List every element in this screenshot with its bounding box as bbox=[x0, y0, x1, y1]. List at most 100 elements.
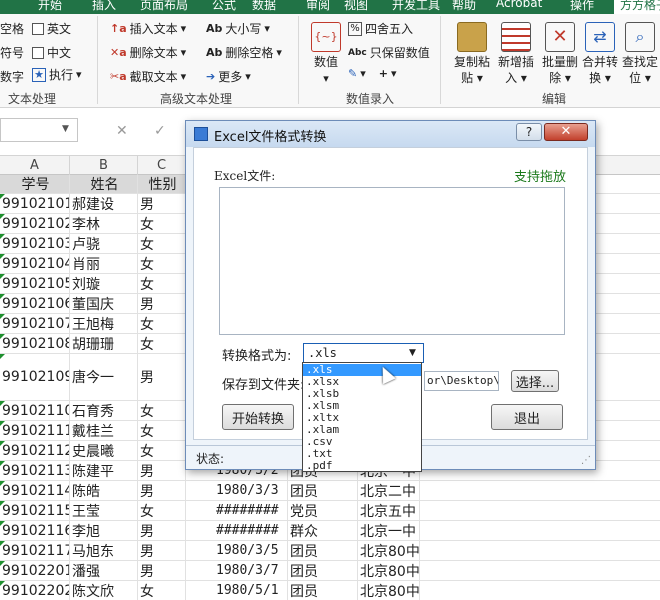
chevron-down-icon[interactable]: ▼ bbox=[62, 124, 69, 134]
round-button[interactable]: % 四舍五入 bbox=[348, 20, 413, 37]
table-cell[interactable]: 99102107 bbox=[0, 314, 70, 333]
table-cell[interactable]: 女 bbox=[138, 274, 186, 293]
table-cell[interactable]: 胡珊珊 bbox=[70, 334, 138, 353]
table-cell[interactable]: 董国庆 bbox=[70, 294, 138, 313]
batch-delete-button[interactable]: ✕ 批量删 除 ▾ bbox=[538, 22, 582, 86]
table-cell[interactable]: 团员 bbox=[288, 481, 358, 500]
ribbon-tab[interactable]: Acrobat bbox=[496, 0, 542, 10]
extract-text-button[interactable]: ✂a 截取文本 ▾ bbox=[110, 68, 186, 85]
more-button[interactable]: ➔ 更多 ▾ bbox=[206, 68, 251, 85]
table-cell[interactable]: 男 bbox=[138, 194, 186, 213]
table-cell[interactable]: ######## bbox=[214, 501, 288, 520]
cancel-icon[interactable]: ✕ bbox=[116, 123, 128, 139]
table-cell[interactable]: 团员 bbox=[288, 581, 358, 600]
column-header[interactable]: C bbox=[138, 156, 186, 175]
table-cell[interactable]: 1980/3/7 bbox=[214, 561, 288, 580]
help-button[interactable]: ? bbox=[516, 123, 542, 141]
column-header[interactable]: A bbox=[0, 156, 70, 175]
table-cell[interactable]: 北京五中 bbox=[358, 501, 420, 520]
table-cell[interactable]: 女 bbox=[138, 314, 186, 333]
ribbon-tab[interactable]: 操作 bbox=[570, 0, 594, 13]
table-cell[interactable]: 99102110 bbox=[0, 401, 70, 420]
change-case-button[interactable]: Ab 大小写 ▾ bbox=[206, 20, 270, 37]
table-cell[interactable]: 99102109 bbox=[0, 354, 70, 400]
ribbon-tab[interactable]: 公式 bbox=[212, 0, 236, 13]
table-cell[interactable]: 郝建设 bbox=[70, 194, 138, 213]
table-cell[interactable]: 99102114 bbox=[0, 481, 70, 500]
table-cell[interactable]: 男 bbox=[138, 481, 186, 500]
ribbon-item-space[interactable]: 空格 bbox=[0, 20, 24, 37]
table-cell[interactable]: 99102117 bbox=[0, 541, 70, 560]
table-cell[interactable]: 99102115 bbox=[0, 501, 70, 520]
numeric-button[interactable]: {~} 数值 ▾ bbox=[308, 22, 344, 86]
check-icon[interactable]: ✓ bbox=[154, 123, 166, 139]
table-cell[interactable]: 北京80中 bbox=[358, 541, 420, 560]
ribbon-tab[interactable]: 审阅 bbox=[306, 0, 330, 13]
table-cell[interactable]: 刘璇 bbox=[70, 274, 138, 293]
table-cell[interactable]: 群众 bbox=[288, 521, 358, 540]
add-insert-button[interactable]: 新增插 入 ▾ bbox=[494, 22, 538, 86]
table-cell[interactable]: 99102101 bbox=[0, 194, 70, 213]
table-cell[interactable]: 女 bbox=[138, 334, 186, 353]
table-cell[interactable]: 北京80中 bbox=[358, 581, 420, 600]
ribbon-item-symbol[interactable]: 符号 bbox=[0, 44, 24, 61]
table-cell[interactable]: 男 bbox=[138, 521, 186, 540]
format-select[interactable]: .xls bbox=[303, 343, 424, 363]
ribbon-tab[interactable]: 开发工具 bbox=[392, 0, 440, 13]
table-cell[interactable]: 戴桂兰 bbox=[70, 421, 138, 440]
delete-text-button[interactable]: ✕a 删除文本 ▾ bbox=[110, 44, 186, 61]
table-cell[interactable]: 99102116 bbox=[0, 521, 70, 540]
table-cell[interactable]: 男 bbox=[138, 561, 186, 580]
table-cell[interactable]: 陈建平 bbox=[70, 461, 138, 480]
checkbox-chinese[interactable]: 中文 bbox=[32, 44, 71, 61]
table-cell[interactable]: 女 bbox=[138, 214, 186, 233]
table-cell[interactable]: 卢骁 bbox=[70, 234, 138, 253]
format-option[interactable]: .pdf bbox=[303, 460, 421, 472]
table-cell[interactable]: 男 bbox=[138, 461, 186, 480]
table-cell[interactable]: 99102103 bbox=[0, 234, 70, 253]
file-list-box[interactable] bbox=[219, 187, 565, 335]
table-cell[interactable]: 李旭 bbox=[70, 521, 138, 540]
ribbon-tab[interactable]: 方方格子 bbox=[614, 0, 660, 14]
table-cell[interactable]: 北京80中 bbox=[358, 561, 420, 580]
browse-button[interactable]: 选择... bbox=[511, 370, 559, 392]
table-cell[interactable]: 团员 bbox=[288, 561, 358, 580]
table-cell[interactable]: 马旭东 bbox=[70, 541, 138, 560]
checkbox-icon[interactable] bbox=[32, 46, 44, 59]
table-cell[interactable]: 女 bbox=[138, 421, 186, 440]
table-cell[interactable]: 女 bbox=[138, 501, 186, 520]
table-cell[interactable]: 女 bbox=[138, 441, 186, 460]
table-cell[interactable]: 99102105 bbox=[0, 274, 70, 293]
table-cell[interactable]: 女 bbox=[138, 254, 186, 273]
chevron-down-icon[interactable]: ▼ bbox=[409, 348, 416, 358]
table-cell[interactable]: 99102202 bbox=[0, 581, 70, 600]
dialog-title-bar[interactable]: Excel文件格式转换 ? ✕ bbox=[186, 121, 595, 147]
start-convert-button[interactable]: 开始转换 bbox=[222, 404, 294, 430]
table-cell[interactable]: 王旭梅 bbox=[70, 314, 138, 333]
keep-numbers-button[interactable]: Abc 只保留数值 bbox=[348, 44, 430, 61]
table-cell[interactable]: 北京一中 bbox=[358, 521, 420, 540]
ribbon-item-number[interactable]: 数字 bbox=[0, 68, 24, 85]
table-cell[interactable]: 唐今一 bbox=[70, 354, 138, 400]
delete-space-button[interactable]: Ab 删除空格 ▾ bbox=[206, 44, 282, 61]
header-cell[interactable]: 学号 bbox=[0, 175, 70, 193]
table-cell[interactable]: 99102108 bbox=[0, 334, 70, 353]
table-cell[interactable]: 王莹 bbox=[70, 501, 138, 520]
table-cell[interactable]: 史晨曦 bbox=[70, 441, 138, 460]
table-cell[interactable]: 99102113 bbox=[0, 461, 70, 480]
ribbon-tab[interactable]: 插入 bbox=[92, 0, 116, 13]
table-cell[interactable]: 99102112 bbox=[0, 441, 70, 460]
column-header[interactable]: B bbox=[70, 156, 138, 175]
table-cell[interactable]: 陈皓 bbox=[70, 481, 138, 500]
header-cell[interactable]: 性别 bbox=[138, 175, 186, 193]
table-cell[interactable]: 1980/3/3 bbox=[214, 481, 288, 500]
table-cell[interactable]: 团员 bbox=[288, 541, 358, 560]
table-cell[interactable]: 女 bbox=[138, 581, 186, 600]
close-button[interactable]: ✕ bbox=[544, 123, 588, 141]
edit-input-button[interactable]: ✎ ▾ + ▾ bbox=[348, 68, 397, 80]
checkbox-icon[interactable] bbox=[32, 22, 44, 35]
table-cell[interactable]: 陈文欣 bbox=[70, 581, 138, 600]
table-cell[interactable]: 99102106 bbox=[0, 294, 70, 313]
table-cell[interactable]: 肖丽 bbox=[70, 254, 138, 273]
copy-paste-button[interactable]: 复制粘 贴 ▾ bbox=[450, 22, 494, 86]
